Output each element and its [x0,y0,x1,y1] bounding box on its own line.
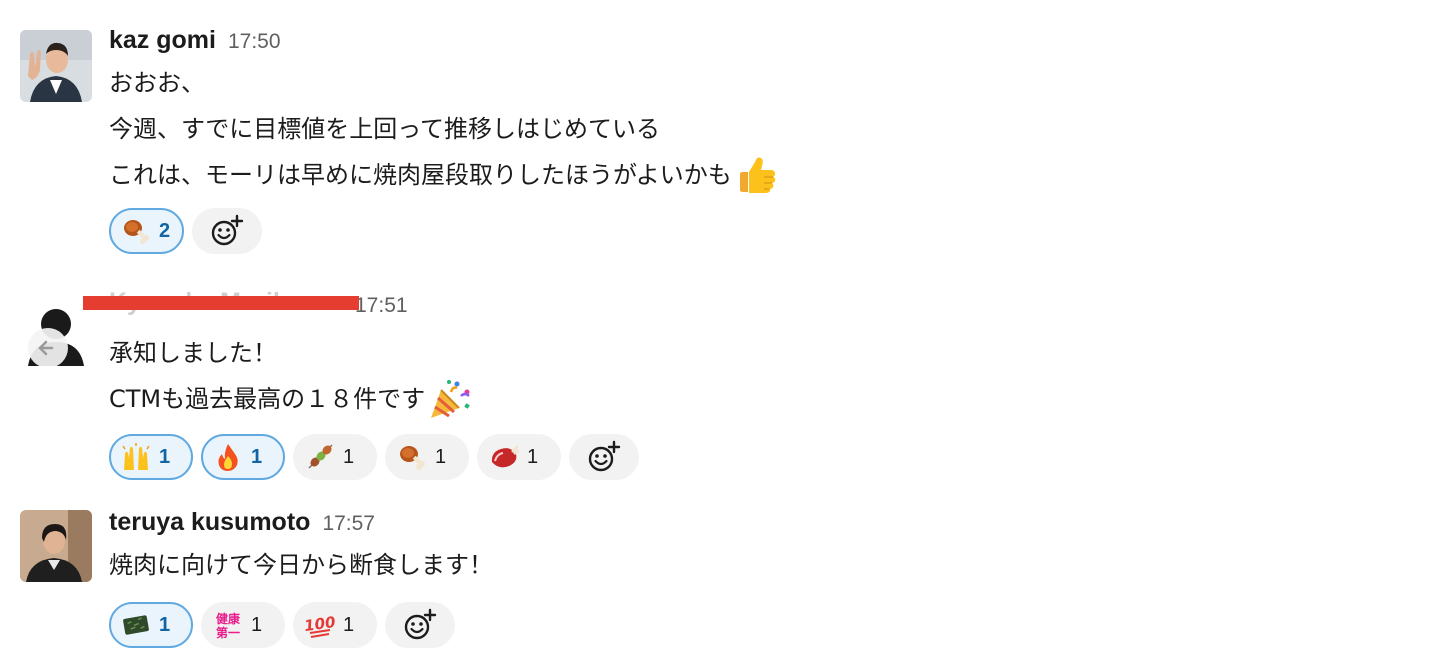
skewer-icon [305,442,335,472]
sender-name[interactable]: teruya kusumoto [109,508,310,537]
timestamp[interactable]: 17:57 [322,512,375,536]
svg-text:第一: 第一 [216,625,240,640]
add-reaction-button[interactable] [569,434,639,480]
avatar-teruya-kusumoto[interactable] [20,510,92,582]
add-emoji-icon [404,608,437,640]
reaction-count: 1 [343,613,355,636]
message-2: Kyosuke Morikawa 17:51 承知しました！ CTMも過去最高の… [20,288,1400,480]
kenko-daiichi-icon: 健康 第一 [213,610,243,640]
meat-on-bone-icon [121,216,151,246]
add-reaction-button[interactable] [385,602,455,648]
reaction-kenko-daiichi[interactable]: 健康 第一 1 [201,602,285,648]
reaction-count: 1 [251,613,263,636]
reaction-skewer[interactable]: 1 [293,434,377,480]
message-header: teruya kusumoto 17:57 [109,508,1400,542]
message-line: 今週、すでに目標値を上回って推移しはじめている [109,115,661,143]
nori-sheet-icon [121,610,151,640]
party-popper-icon [427,376,473,422]
reaction-meat-on-bone[interactable]: 2 [109,208,185,254]
raised-hands-icon [121,442,151,472]
message-header: kaz gomi 17:50 [109,26,1400,60]
reaction-hundred-points[interactable]: 100 1 [293,602,377,648]
reaction-fire[interactable]: 1 [201,434,285,480]
message-line: これは、モーリは早めに焼肉屋段取りしたほうがよいかも [109,152,1400,198]
avatar-kaz-gomi[interactable] [20,30,92,102]
message-content: Kyosuke Morikawa 17:51 承知しました！ CTMも過去最高の… [83,288,1400,482]
reaction-count: 1 [159,613,171,636]
message-line: CTMも過去最高の１８件です [109,376,1400,422]
fire-icon [213,442,243,472]
message-content: teruya kusumoto 17:57 焼肉に向けて今日から断食します！ 1… [109,508,1400,650]
message-1: kaz gomi 17:50 おおお、 今週、すでに目標値を上回って推移しはじめ… [20,26,1400,262]
cut-of-meat-icon [489,442,520,472]
message-text: CTMも過去最高の１８件です [109,385,426,413]
reaction-count: 2 [159,219,171,242]
thumbs-up-icon [734,152,780,198]
timestamp[interactable]: 17:51 [355,294,408,318]
add-reaction-button[interactable] [192,208,263,254]
message-text: これは、モーリは早めに焼肉屋段取りしたほうがよいかも [109,161,732,189]
reaction-count: 1 [435,445,447,468]
reaction-count: 1 [343,445,355,468]
reactions-bar: 1 健康 第一 1 100 1 [109,600,1400,650]
avatar-kyosuke[interactable] [20,294,92,366]
hundred-points-icon: 100 [303,610,337,640]
message-3: teruya kusumoto 17:57 焼肉に向けて今日から断食します！ 1… [20,508,1400,660]
reaction-raised-hands[interactable]: 1 [109,434,193,480]
message-line: 焼肉に向けて今日から断食します！ [109,551,493,579]
add-emoji-icon [588,440,621,472]
message-line: おおお、 [109,69,205,97]
reaction-meat-on-bone[interactable]: 1 [385,434,469,480]
reaction-count: 1 [527,445,539,468]
redaction-bar [83,296,359,310]
sender-name[interactable]: kaz gomi [109,26,216,55]
timestamp[interactable]: 17:50 [228,30,281,54]
message-header: Kyosuke Morikawa 17:51 [83,288,1400,322]
add-emoji-icon [211,214,244,246]
meat-on-bone-icon [397,442,427,472]
reactions-bar: 2 [109,206,1400,256]
reaction-count: 1 [159,445,171,468]
message-line: 承知しました！ [109,339,277,367]
message-content: kaz gomi 17:50 おおお、 今週、すでに目標値を上回って推移しはじめ… [109,26,1400,256]
reaction-nori-sheet[interactable]: 1 [109,602,193,648]
reaction-count: 1 [251,445,263,468]
reaction-cut-of-meat[interactable]: 1 [477,434,561,480]
reactions-bar: 1 1 1 1 1 [109,432,1400,482]
svg-text:健康: 健康 [216,611,241,626]
